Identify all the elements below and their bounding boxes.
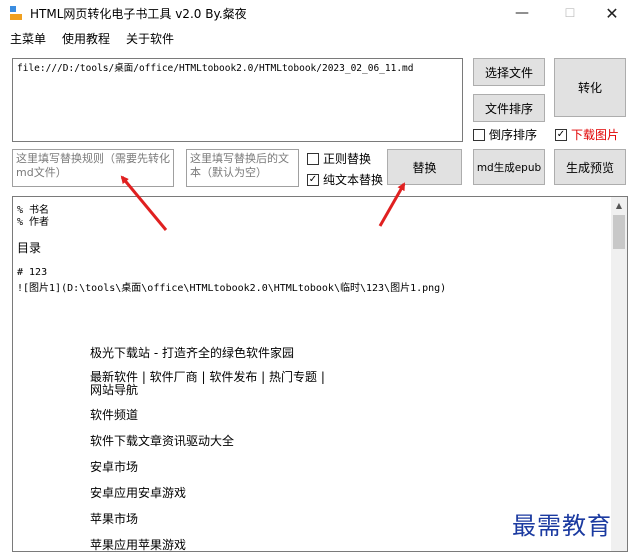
reverse-sort-box[interactable] (473, 128, 485, 141)
editor-line: ![图片1](D:\tools\桌面\office\HTMLtobook2.0\… (17, 283, 447, 294)
replace-after-input[interactable]: 这里填写替换后的文本（默认为空） (186, 149, 299, 187)
watermark-text: 最需教育 (512, 512, 612, 540)
reverse-sort-checkbox[interactable]: 倒序排序 (473, 126, 537, 143)
generate-preview-button[interactable]: 生成预览 (554, 149, 626, 185)
download-images-box[interactable]: ✓ (555, 128, 567, 141)
regex-replace-box[interactable] (307, 152, 319, 165)
editor-line: 苹果市场 (90, 512, 139, 526)
regex-replace-label: 正则替换 (323, 152, 372, 166)
minimize-button[interactable]: — (500, 0, 544, 26)
menu-about[interactable]: 关于软件 (116, 28, 180, 48)
file-sort-button[interactable]: 文件排序 (473, 94, 545, 122)
replace-button[interactable]: 替换 (387, 149, 462, 185)
menu-bar: 主菜单 使用教程 关于软件 (0, 28, 180, 48)
editor-line: 苹果应用苹果游戏 (90, 538, 187, 552)
editor-scrollbar[interactable]: ▲ (611, 197, 627, 551)
markdown-editor[interactable]: % 书名 % 作者 目录 # 123 ![图片1](D:\tools\桌面\of… (12, 196, 628, 552)
editor-line: 网站导航 (90, 383, 139, 397)
plain-text-replace-label: 纯文本替换 (323, 173, 384, 187)
regex-replace-checkbox[interactable]: 正则替换 (307, 150, 371, 167)
scroll-thumb[interactable] (613, 215, 625, 249)
window-title: HTML网页转化电子书工具 v2.0 By.粲夜 (30, 7, 247, 21)
editor-line: # 123 (17, 267, 48, 278)
plain-text-replace-checkbox[interactable]: ✓ 纯文本替换 (307, 171, 383, 188)
editor-line: 极光下载站 - 打造齐全的绿色软件家园 (90, 346, 294, 360)
editor-line: % 作者 (17, 217, 50, 228)
editor-line: 安卓市场 (90, 460, 139, 474)
editor-line: 目录 (17, 241, 42, 255)
menu-tutorial[interactable]: 使用教程 (52, 28, 116, 48)
reverse-sort-label: 倒序排序 (489, 128, 538, 142)
download-images-checkbox[interactable]: ✓ 下载图片 (555, 126, 619, 143)
editor-line: 软件频道 (90, 408, 139, 422)
scroll-up-icon[interactable]: ▲ (611, 197, 627, 213)
download-images-label: 下载图片 (571, 128, 620, 142)
md-to-epub-button[interactable]: md生成epub (473, 149, 545, 185)
replace-rule-input[interactable]: 这里填写替换规则（需要先转化md文件） (12, 149, 174, 187)
convert-button[interactable]: 转化 (554, 58, 626, 117)
app-icon (10, 6, 22, 20)
title-bar: HTML网页转化电子书工具 v2.0 By.粲夜 — ☐ ✕ (0, 0, 635, 26)
maximize-button[interactable]: ☐ (548, 0, 592, 26)
close-button[interactable]: ✕ (590, 0, 634, 26)
menu-main[interactable]: 主菜单 (0, 28, 52, 48)
select-file-button[interactable]: 选择文件 (473, 58, 545, 86)
editor-line: 安卓应用安卓游戏 (90, 486, 187, 500)
editor-line: 软件下载文章资讯驱动大全 (90, 434, 235, 448)
file-path-input[interactable]: file:///D:/tools/桌面/office/HTMLtobook2.0… (12, 58, 463, 142)
plain-text-replace-box[interactable]: ✓ (307, 173, 319, 186)
